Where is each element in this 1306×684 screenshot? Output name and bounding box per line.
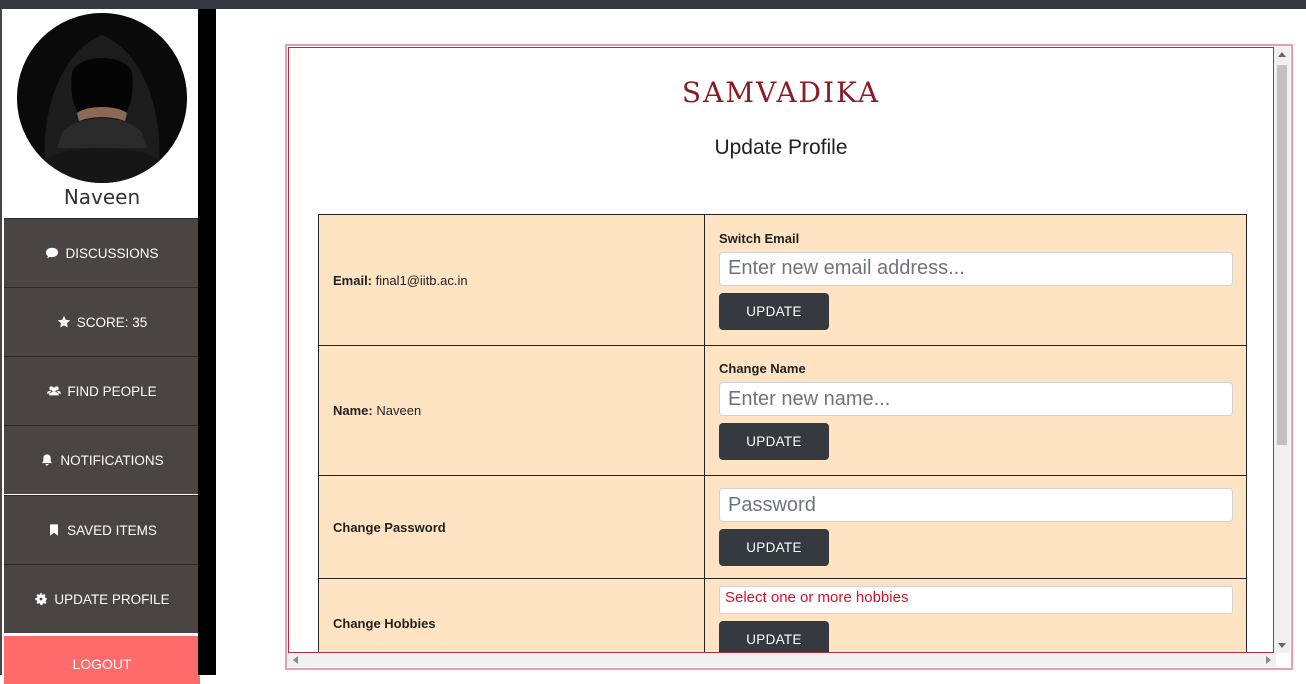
password-form: UPDATE	[704, 475, 1247, 579]
profile-content: SAMVADIKA Update Profile Email: final1@i…	[288, 47, 1274, 653]
scroll-thumb[interactable]	[1277, 65, 1287, 445]
name-form: Change Name UPDATE	[704, 345, 1247, 476]
update-name-button[interactable]: UPDATE	[719, 423, 829, 460]
sidebar-item-score[interactable]: SCORE: 35	[4, 287, 200, 356]
name-field[interactable]	[719, 382, 1233, 416]
users-icon	[47, 384, 62, 398]
email-label: Email:	[333, 272, 373, 288]
email-form: Switch Email UPDATE	[704, 214, 1247, 346]
table-row-email: Email: final1@iitb.ac.in Switch Email UP…	[318, 214, 1247, 346]
vertical-scrollbar[interactable]	[1274, 47, 1290, 653]
hobbies-info: Change Hobbies	[318, 578, 705, 652]
star-icon	[57, 315, 71, 329]
sidebar-item-label: SAVED ITEMS	[67, 522, 157, 538]
update-email-button[interactable]: UPDATE	[719, 292, 829, 330]
table-row-password: Change Password UPDATE	[318, 475, 1247, 579]
profile-card: Naveen	[4, 9, 200, 218]
scroll-up-icon[interactable]	[1278, 52, 1286, 57]
top-bar	[0, 0, 1306, 9]
comment-icon	[45, 246, 59, 260]
hobbies-form: Select one or more hobbies UPDATE	[704, 578, 1247, 652]
profile-table: Email: final1@iitb.ac.in Switch Email UP…	[318, 214, 1247, 652]
password-info: Change Password	[318, 475, 705, 579]
username: Naveen	[63, 185, 141, 209]
password-field[interactable]	[719, 488, 1233, 522]
horizontal-scrollbar[interactable]	[288, 653, 1276, 667]
name-info: Name: Naveen	[318, 345, 705, 476]
change-password-label: Change Password	[333, 519, 446, 535]
email-field[interactable]	[719, 251, 1233, 286]
change-hobbies-label: Change Hobbies	[333, 616, 436, 631]
page-title: Update Profile	[714, 136, 848, 159]
sidebar-item-find-people[interactable]: FIND PEOPLE	[4, 356, 200, 425]
name-label: Name:	[333, 403, 373, 418]
scroll-down-icon[interactable]	[1278, 643, 1286, 648]
logout-button[interactable]: LOGOUT	[4, 636, 200, 684]
bell-icon	[40, 453, 54, 467]
switch-email-label: Switch Email	[719, 230, 800, 246]
email-value: final1@iitb.ac.in	[375, 272, 468, 288]
sidebar-item-label: SCORE: 35	[76, 314, 148, 330]
sidebar-item-label: DISCUSSIONS	[65, 245, 159, 261]
sidebar-item-update-profile[interactable]: UPDATE PROFILE	[4, 564, 200, 633]
sidebar-item-notifications[interactable]: NOTIFICATIONS	[4, 425, 200, 494]
update-password-button[interactable]: UPDATE	[719, 529, 829, 566]
avatar[interactable]	[17, 13, 187, 183]
sidebar-item-saved-items[interactable]: SAVED ITEMS	[4, 495, 200, 564]
profile-frame: SAMVADIKA Update Profile Email: final1@i…	[285, 44, 1293, 670]
bookmark-icon	[47, 523, 61, 537]
brand-title: SAMVADIKA	[681, 76, 881, 109]
hooded-figure-image	[17, 13, 187, 183]
sidebar-divider	[198, 9, 216, 675]
update-hobbies-button[interactable]: UPDATE	[719, 621, 829, 652]
table-row-hobbies: Change Hobbies Select one or more hobbie…	[318, 578, 1247, 652]
scroll-left-icon[interactable]	[293, 656, 298, 664]
sidebar-item-discussions[interactable]: DISCUSSIONS	[4, 218, 200, 287]
hobbies-select[interactable]: Select one or more hobbies	[719, 586, 1233, 614]
name-value: Naveen	[376, 403, 422, 418]
change-name-label: Change Name	[719, 361, 806, 376]
table-row-name: Name: Naveen Change Name UPDATE	[318, 345, 1247, 476]
email-info: Email: final1@iitb.ac.in	[318, 214, 705, 346]
gear-icon	[34, 592, 48, 606]
sidebar: Naveen DISCUSSIONS SCORE: 35 FIND PEOPLE…	[0, 9, 200, 684]
scroll-right-icon[interactable]	[1266, 656, 1271, 664]
sidebar-item-label: NOTIFICATIONS	[60, 452, 164, 468]
sidebar-item-label: FIND PEOPLE	[67, 383, 157, 399]
sidebar-item-label: UPDATE PROFILE	[54, 591, 170, 607]
